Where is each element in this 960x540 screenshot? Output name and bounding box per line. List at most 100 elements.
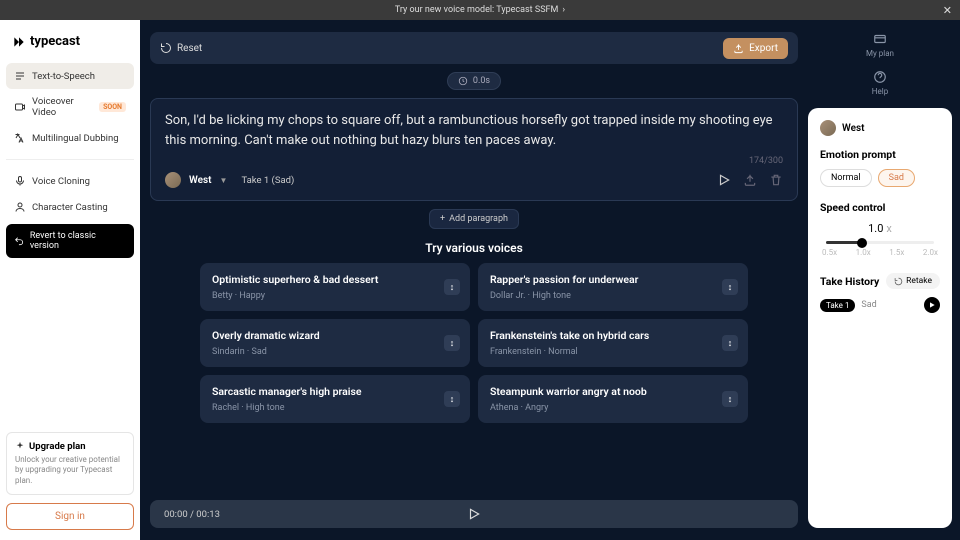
retake-icon [894,277,903,286]
main-area: Reset Export 0.0s Son, I'd be licking my… [140,20,808,540]
text-block[interactable]: Son, I'd be licking my chops to square o… [150,98,798,201]
char-count: 174/300 [165,156,783,166]
add-para-label: Add paragraph [449,214,508,224]
voice-card-title: Overly dramatic wizard [212,329,458,342]
panel-voice-header[interactable]: West [820,120,940,136]
retake-label: Retake [906,276,932,286]
video-icon [14,101,26,113]
sparkle-icon [15,441,25,451]
voice-card-sub: Frankenstein · Normal [490,347,736,357]
history-title: Take History [820,275,879,288]
slider-labels: 0.5x1.0x1.5x2.0x [820,248,940,257]
chevron-down-icon[interactable]: ▼ [220,176,228,185]
right-panel: My plan Help West Emotion prompt Normal … [808,20,960,540]
voice-name[interactable]: West [189,175,212,186]
settings-panel: West Emotion prompt Normal Sad Speed con… [808,108,952,528]
voice-card[interactable]: Optimistic superhero & bad dessertBetty … [200,263,470,311]
emotion-chip-sad[interactable]: Sad [878,169,915,187]
export-button[interactable]: Export [723,38,788,59]
clock-icon [458,76,468,86]
reset-icon [160,42,172,54]
logo[interactable]: typecast [6,30,134,53]
voice-card-title: Rapper's passion for underwear [490,273,736,286]
panel-voice-name: West [842,123,865,134]
export-label: Export [749,43,778,54]
play-icon[interactable] [467,507,481,521]
voice-card-sub: Rachel · High tone [212,403,458,413]
mic-icon [14,175,26,187]
myplan-label: My plan [866,49,894,58]
upgrade-box[interactable]: Upgrade plan Unlock your creative potent… [6,432,134,495]
add-paragraph-button[interactable]: + Add paragraph [429,209,519,229]
voice-card-sub: Sindarin · Sad [212,347,458,357]
slider-thumb[interactable] [857,238,867,248]
soon-badge: SOON [99,102,126,112]
take-play-button[interactable] [924,297,940,313]
audio-player: 00:00 / 00:13 [150,500,798,528]
promo-banner: Try our new voice model: Typecast SSFM ›… [0,0,960,20]
share-icon[interactable] [743,173,757,187]
voice-card-title: Steampunk warrior angry at noob [490,385,736,398]
sidebar-item-casting[interactable]: Character Casting [6,194,134,220]
voice-card-sub: Betty · Happy [212,291,458,301]
sidebar-item-voiceover[interactable]: Voiceover Video SOON [6,89,134,125]
revert-button[interactable]: Revert to classic version [6,224,134,258]
sidebar-item-label: Voice Cloning [32,176,90,187]
reset-label: Reset [177,43,202,54]
take-emotion: Sad [861,300,876,310]
voice-card[interactable]: Frankenstein's take on hybrid cars Franke… [478,319,748,367]
trash-icon[interactable] [769,173,783,187]
swap-icon[interactable]: ↕ [722,335,738,351]
emotion-chip-normal[interactable]: Normal [820,169,872,187]
swap-icon[interactable]: ↕ [444,279,460,295]
help-label: Help [872,87,888,96]
duration-chip: 0.0s [447,72,501,90]
voice-card[interactable]: Overly dramatic wizard Sindarin · Sad↕ [200,319,470,367]
swap-icon[interactable]: ↕ [444,335,460,351]
take-badge: Take 1 [820,299,855,312]
sidebar-item-label: Multilingual Dubbing [32,133,119,144]
export-icon [733,43,744,54]
signin-button[interactable]: Sign in [6,503,134,530]
help-icon [873,70,887,84]
speed-slider[interactable] [826,241,934,244]
speed-value: 1.0x [820,222,940,235]
swap-icon[interactable]: ↕ [444,391,460,407]
play-icon[interactable] [717,173,731,187]
sidebar-item-label: Text-to-Speech [32,71,95,82]
reset-button[interactable]: Reset [160,42,202,54]
logo-icon [12,35,26,49]
duration-value: 0.0s [473,76,490,86]
swap-icon[interactable]: ↕ [722,391,738,407]
speed-title: Speed control [820,201,940,214]
sidebar-item-dubbing[interactable]: Multilingual Dubbing [6,125,134,151]
voice-card-title: Frankenstein's take on hybrid cars [490,329,736,342]
voice-card[interactable]: Sarcastic manager's high praise Rachel · … [200,375,470,423]
sidebar-item-label: Character Casting [32,202,108,213]
retake-button[interactable]: Retake [886,273,940,289]
sidebar-item-cloning[interactable]: Voice Cloning [6,168,134,194]
logo-text: typecast [30,34,80,49]
play-icon [928,301,936,309]
banner-text[interactable]: Try our new voice model: Typecast SSFM [395,5,559,15]
voice-card[interactable]: Steampunk warrior angry at noobAthena · … [478,375,748,423]
revert-label: Revert to classic version [30,231,126,251]
sidebar-item-tts[interactable]: Text-to-Speech [6,63,134,89]
sidebar: typecast Text-to-Speech Voiceover Video … [0,20,140,540]
upgrade-text: Unlock your creative potential by upgrad… [15,455,125,486]
block-footer: West ▼ Take 1 (Sad) [165,172,783,188]
divider [6,159,134,160]
voice-avatar[interactable] [165,172,181,188]
myplan-button[interactable]: My plan [866,32,894,58]
voice-card[interactable]: Rapper's passion for underwear Dollar Jr.… [478,263,748,311]
undo-icon [14,236,24,246]
voice-card-sub: Dollar Jr. · High tone [490,291,736,301]
close-icon[interactable]: ✕ [943,4,952,17]
voice-card-title: Sarcastic manager's high praise [212,385,458,398]
block-text[interactable]: Son, I'd be licking my chops to square o… [165,111,783,150]
upgrade-title: Upgrade plan [15,441,125,452]
help-button[interactable]: Help [872,70,888,96]
sidebar-item-label: Voiceover Video [32,96,93,118]
swap-icon[interactable]: ↕ [722,279,738,295]
take-label[interactable]: Take 1 (Sad) [241,175,294,186]
